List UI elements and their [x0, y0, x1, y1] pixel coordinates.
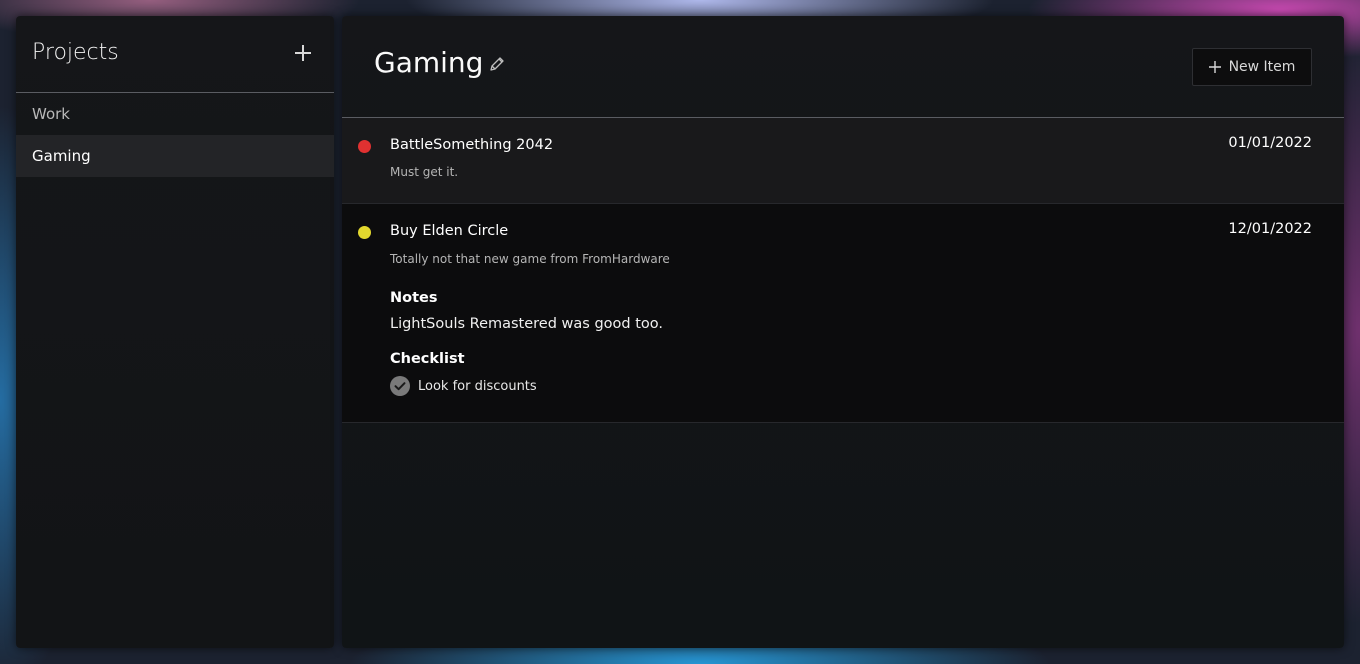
- checklist-heading: Checklist: [390, 351, 465, 367]
- page-title: Gaming: [374, 46, 484, 79]
- pencil-icon: [490, 57, 504, 71]
- plus-icon: [295, 45, 311, 61]
- sidebar-header: Projects: [16, 16, 334, 93]
- item-subtitle: Must get it.: [390, 165, 459, 179]
- add-project-button[interactable]: [292, 42, 314, 64]
- new-item-label: New Item: [1228, 59, 1296, 75]
- item-date: 12/01/2022: [1228, 221, 1312, 237]
- sidebar-item-label: Gaming: [32, 147, 91, 165]
- checklist-item-label: Look for discounts: [418, 378, 537, 394]
- new-item-button[interactable]: New Item: [1192, 48, 1312, 86]
- check-circle-icon[interactable]: [390, 376, 410, 396]
- item-title: Buy Elden Circle: [390, 223, 509, 239]
- list-item-expanded[interactable]: Buy Elden Circle Totally not that new ga…: [342, 204, 1344, 423]
- sidebar-item-gaming[interactable]: Gaming: [16, 135, 334, 177]
- project-list: Work Gaming: [16, 93, 334, 177]
- sidebar-title: Projects: [32, 40, 119, 65]
- sidebar-item-label: Work: [32, 105, 70, 123]
- plus-icon: [1208, 61, 1221, 73]
- list-item[interactable]: BattleSomething 2042 Must get it. 01/01/…: [342, 118, 1344, 204]
- item-subtitle: Totally not that new game from FromHardw…: [390, 252, 670, 266]
- project-header: Gaming New Item: [342, 16, 1344, 118]
- projects-sidebar: Projects Work Gaming: [16, 16, 334, 648]
- status-dot: [358, 226, 371, 239]
- notes-text: LightSouls Remastered was good too.: [390, 316, 663, 332]
- edit-title-button[interactable]: [488, 55, 506, 73]
- project-detail-panel: Gaming New Item BattleSomething 2042 Mus…: [342, 16, 1344, 648]
- status-dot: [358, 140, 371, 153]
- item-date: 01/01/2022: [1228, 135, 1312, 151]
- notes-heading: Notes: [390, 290, 438, 306]
- checklist-item[interactable]: Look for discounts: [390, 376, 537, 396]
- sidebar-item-work[interactable]: Work: [16, 93, 334, 135]
- item-title: BattleSomething 2042: [390, 137, 554, 153]
